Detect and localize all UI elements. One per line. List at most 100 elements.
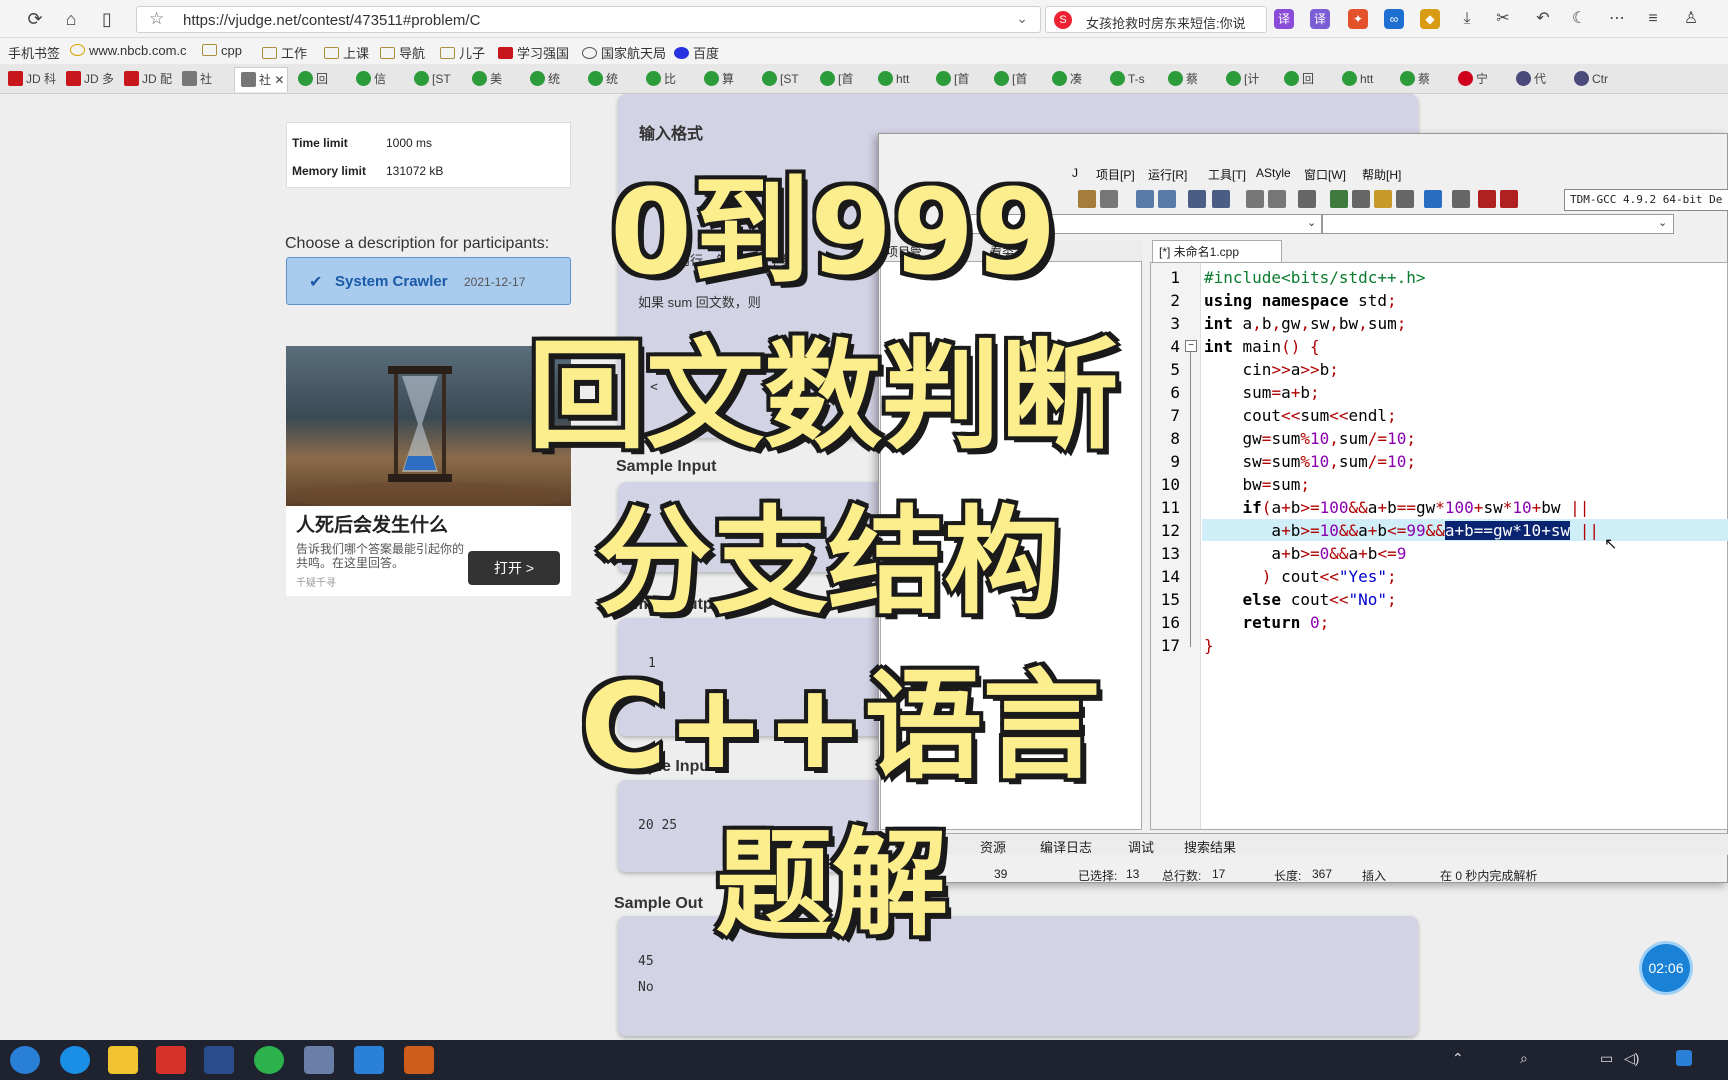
browser-tab[interactable]: 代 — [1510, 67, 1564, 92]
menu-icon[interactable]: ≡ — [1640, 7, 1666, 31]
wps-icon[interactable] — [156, 1046, 186, 1074]
function-combo[interactable] — [1322, 214, 1674, 234]
recording-timer[interactable]: 02:06 — [1642, 944, 1690, 992]
tray-chevron-icon[interactable]: ⌃ — [1452, 1050, 1464, 1067]
ad-open-button[interactable]: 打开 > — [468, 551, 560, 585]
bookmark-item[interactable]: www.nbcb.com.c — [70, 43, 187, 58]
bookmark-item[interactable]: 学习强国 — [498, 43, 569, 62]
bookmark-icon[interactable] — [1298, 190, 1316, 208]
browser-tab[interactable]: [首 — [988, 67, 1042, 92]
ide-bottom-tab[interactable]: 资源 — [980, 837, 1006, 856]
browser-tab[interactable]: 信 — [350, 67, 404, 92]
bookmark-item[interactable]: 工作 — [262, 43, 307, 62]
browser-tab[interactable]: Ctr — [1568, 67, 1622, 92]
download-icon[interactable]: ⤓ — [1454, 7, 1480, 31]
recorder-icon[interactable] — [404, 1046, 434, 1074]
file-explorer-icon[interactable] — [108, 1046, 138, 1074]
browser-tab[interactable]: 蔡 — [1162, 67, 1216, 92]
game-icon[interactable]: ✦ — [1348, 9, 1368, 29]
extension-icon[interactable]: ◆ — [1420, 9, 1440, 29]
bookmark-item[interactable]: cpp — [202, 43, 242, 58]
file-tab[interactable]: [*] 未命名1.cpp — [1152, 240, 1282, 262]
unindent-icon[interactable] — [1212, 190, 1230, 208]
network-icon[interactable]: ▭ — [1600, 1050, 1613, 1067]
translate-icon[interactable]: 译 — [1274, 9, 1294, 29]
volume-icon[interactable]: ◁) — [1624, 1050, 1639, 1067]
ide-menu-item[interactable]: J — [1072, 166, 1078, 180]
browser-tab[interactable]: [首 — [930, 67, 984, 92]
chart-icon[interactable] — [1478, 190, 1496, 208]
browser-tab[interactable]: 回 — [292, 67, 346, 92]
undo-icon[interactable] — [1078, 190, 1096, 208]
search-box[interactable]: S 女孩抢救时房东来短信:你说 — [1045, 6, 1267, 33]
app-icon[interactable] — [354, 1046, 384, 1074]
browser-tab[interactable]: [ST — [756, 67, 810, 92]
ide-menu-item[interactable]: 运行[R] — [1148, 166, 1187, 183]
close-icon[interactable] — [1452, 190, 1470, 208]
compiler-select[interactable]: TDM-GCC 4.9.2 64-bit De — [1564, 189, 1728, 211]
back-icon[interactable] — [1246, 190, 1264, 208]
browser-tab[interactable]: 社 ✕ — [234, 67, 288, 92]
browser-tab[interactable]: [ST — [408, 67, 462, 92]
bookmark-item[interactable]: 手机书签 — [8, 43, 60, 62]
check-icon[interactable] — [1424, 190, 1442, 208]
description-option-crawler[interactable]: ✔ System Crawler 2021-12-17 — [286, 257, 571, 305]
edge-icon[interactable] — [60, 1046, 90, 1074]
browser-tab[interactable]: 回 — [1278, 67, 1332, 92]
reload-icon[interactable]: ⟳ — [22, 7, 48, 31]
ide-menu-item[interactable]: 工具[T] — [1208, 166, 1246, 183]
tiles-icon[interactable] — [1396, 190, 1414, 208]
chevron-down-icon[interactable]: ⌄ — [1658, 216, 1667, 229]
find-icon[interactable] — [1136, 190, 1154, 208]
undo-icon[interactable]: ↶ — [1530, 7, 1556, 31]
ide-bottom-tab[interactable]: 编译日志 — [1040, 837, 1092, 856]
browser-tab[interactable]: 蔡 — [1394, 67, 1448, 92]
chevron-down-icon[interactable]: ⌄ — [1016, 10, 1028, 27]
browser-tab[interactable]: JD 科 — [2, 67, 56, 92]
indent-icon[interactable] — [1188, 190, 1206, 208]
devcpp-icon[interactable] — [204, 1046, 234, 1074]
browser-tab[interactable]: JD 配 — [118, 67, 172, 92]
ide-menu-item[interactable]: 帮助[H] — [1362, 166, 1401, 183]
scissors-icon[interactable]: ✂ — [1490, 7, 1516, 31]
search-icon[interactable] — [10, 1046, 40, 1074]
redo-icon[interactable] — [1100, 190, 1118, 208]
infinity-icon[interactable]: ∞ — [1384, 9, 1404, 29]
browser-tab[interactable]: 凑 — [1046, 67, 1100, 92]
wechat-icon[interactable] — [254, 1046, 284, 1074]
profile-icon[interactable] — [1500, 190, 1518, 208]
ide-menu-item[interactable]: 窗口[W] — [1304, 166, 1346, 183]
more-icon[interactable]: ⋯ — [1604, 7, 1630, 31]
close-icon[interactable]: ✕ — [271, 73, 284, 87]
home-icon[interactable]: ⌂ — [58, 7, 84, 31]
tray-search-icon[interactable]: ⌕ — [1520, 1050, 1528, 1067]
ide-menu-item[interactable]: AStyle — [1256, 166, 1291, 180]
ide-bottom-tab[interactable]: 搜索结果 — [1184, 837, 1236, 856]
calculator-icon[interactable] — [304, 1046, 334, 1074]
chevron-down-icon[interactable]: ⌄ — [1307, 216, 1316, 229]
browser-tab[interactable]: T-s — [1104, 67, 1158, 92]
browser-tab[interactable]: 统 — [524, 67, 578, 92]
window-icon[interactable] — [1352, 190, 1370, 208]
bookmark-item[interactable]: 国家航天局 — [582, 43, 666, 62]
browser-tab[interactable]: [计 — [1220, 67, 1274, 92]
layout-icon[interactable] — [1374, 190, 1392, 208]
bookmark-item[interactable]: 百度 — [674, 43, 719, 62]
browser-tab[interactable]: [首 — [814, 67, 868, 92]
browser-tab[interactable]: htt — [1336, 67, 1390, 92]
replace-icon[interactable] — [1158, 190, 1176, 208]
ad-title[interactable]: 人死后会发生什么 — [296, 510, 448, 537]
moon-icon[interactable]: ☾ — [1566, 7, 1592, 31]
browser-tab[interactable]: JD 多 — [60, 67, 114, 92]
browser-tab[interactable]: 宁 — [1452, 67, 1506, 92]
reader-icon[interactable]: ▯ — [94, 7, 120, 31]
bookmark-item[interactable]: 儿子 — [440, 43, 485, 62]
bookmark-item[interactable]: 上课 — [324, 43, 369, 62]
grid-icon[interactable] — [1330, 190, 1348, 208]
browser-tab[interactable]: 社 — [176, 67, 230, 92]
notification-icon[interactable] — [1676, 1050, 1692, 1066]
fold-icon[interactable]: − — [1185, 340, 1197, 352]
browser-tab[interactable]: 比 — [640, 67, 694, 92]
address-bar[interactable]: ☆ https://vjudge.net/contest/473511#prob… — [136, 6, 1041, 33]
ide-bottom-tab[interactable]: 调试 — [1128, 837, 1154, 856]
